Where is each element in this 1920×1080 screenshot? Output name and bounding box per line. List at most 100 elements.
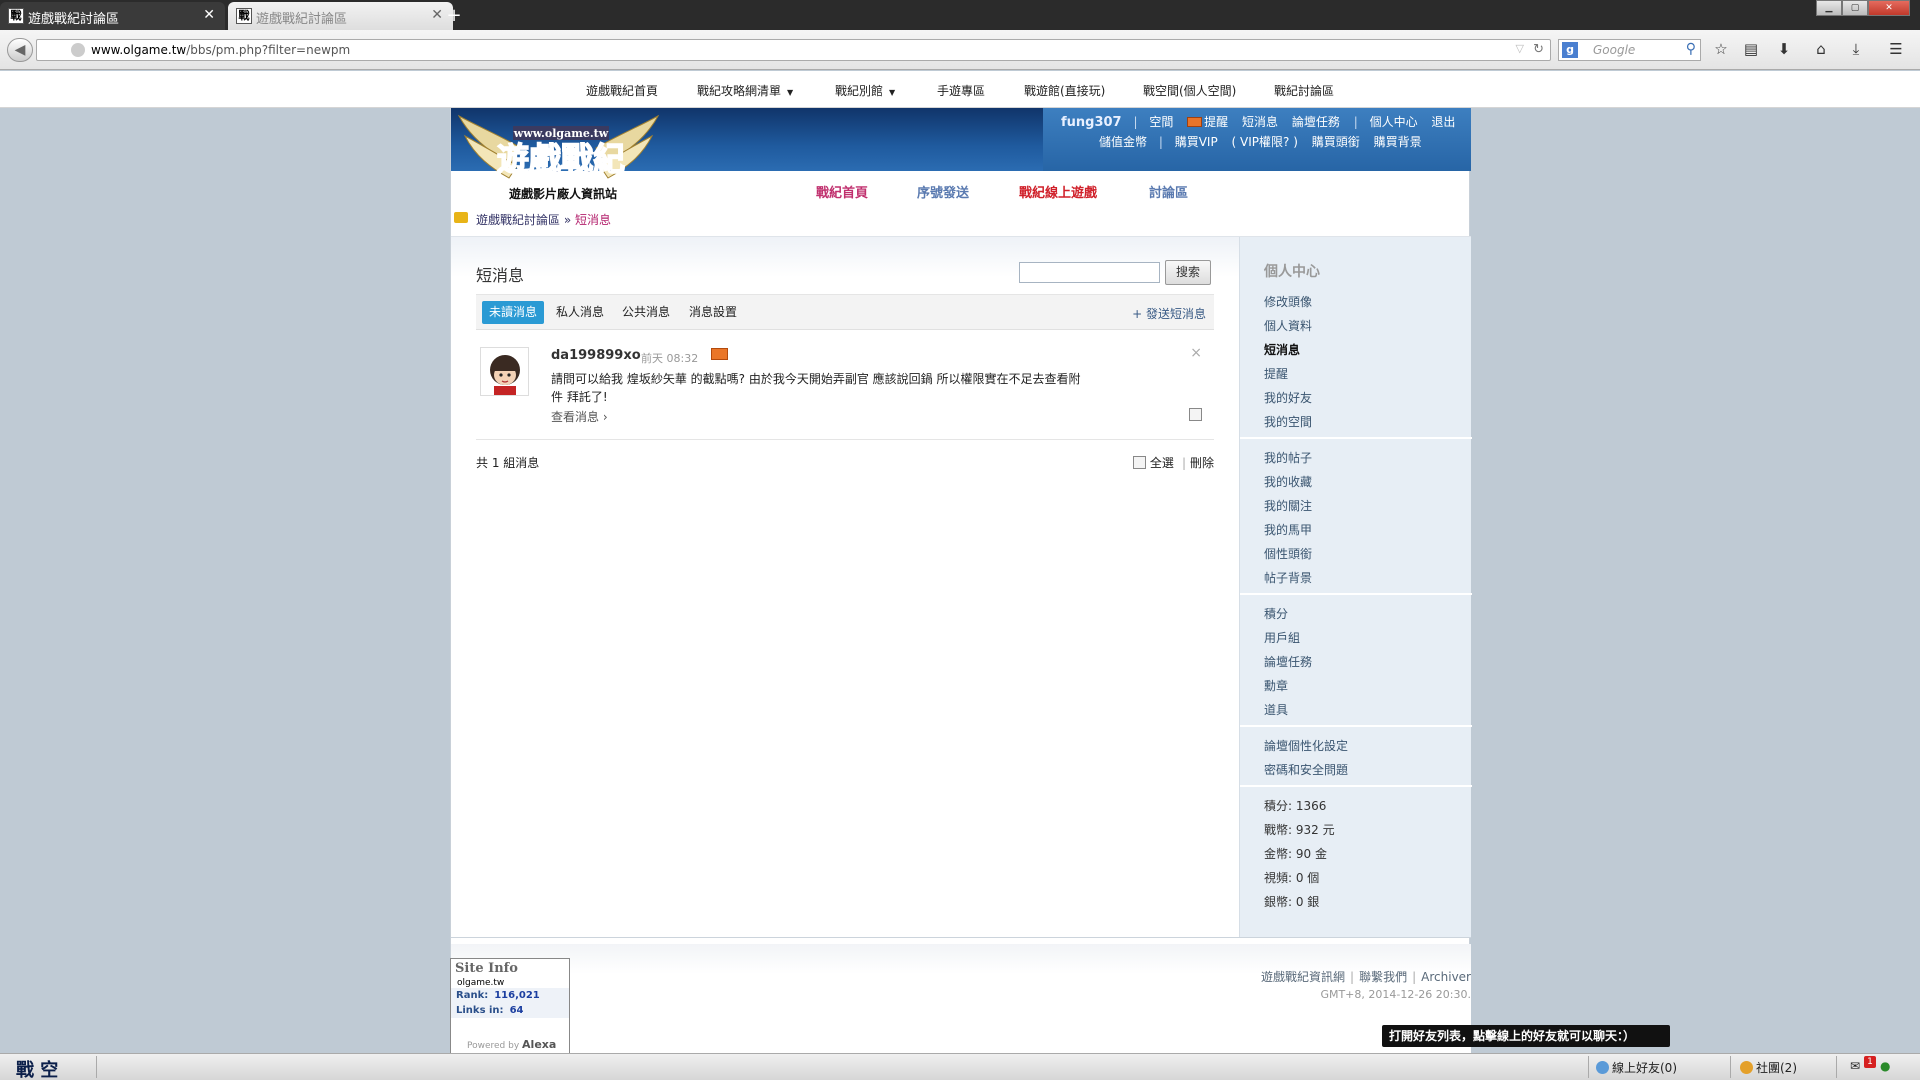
online-status-icon[interactable]: ●: [1880, 1059, 1890, 1073]
sidebar-item-follow[interactable]: 我的關注: [1264, 497, 1312, 514]
tab-unread[interactable]: 未讀消息: [482, 301, 545, 324]
send-pm-link[interactable]: + 發送短消息: [1132, 305, 1206, 322]
reload-icon[interactable]: ↻: [1533, 42, 1544, 57]
sidebar-item-notice[interactable]: 提醒: [1264, 365, 1288, 382]
select-all-label[interactable]: 全選: [1150, 456, 1174, 470]
sidebar-item-items[interactable]: 道具: [1264, 701, 1288, 718]
back-button[interactable]: ◀: [7, 38, 33, 62]
new-tab-button[interactable]: +: [444, 5, 464, 26]
online-friends-button[interactable]: 線上好友(0): [1596, 1059, 1677, 1076]
main-nav-online-games[interactable]: 戰紀線上遊戲: [1019, 182, 1097, 201]
sidebar-item-pm[interactable]: 短消息: [1264, 341, 1300, 358]
sidebar-item-customize[interactable]: 論壇個性化設定: [1264, 737, 1348, 754]
home-icon[interactable]: ⌂: [1810, 40, 1832, 60]
breadcrumb-current[interactable]: 短消息: [575, 213, 611, 227]
sidebar-item-posts[interactable]: 我的帖子: [1264, 449, 1312, 466]
sidebar-item-favorites[interactable]: 我的收藏: [1264, 473, 1312, 490]
footer-link-site[interactable]: 遊戲戰紀資訊網: [1261, 970, 1345, 984]
message-checkbox[interactable]: [1189, 408, 1202, 421]
nav-annex[interactable]: 戰紀別館 ▼: [835, 82, 895, 99]
address-bar[interactable]: www.olgame.tw/bbs/pm.php?filter=newpm ▽ …: [36, 39, 1551, 61]
browser-nav-bar: ◀ www.olgame.tw/bbs/pm.php?filter=newpm …: [0, 30, 1920, 70]
site-logo[interactable]: www.olgame.tw 遊戲戰紀 遊戲影片廠人資訊站: [451, 108, 666, 208]
dropdown-arrow-icon[interactable]: ▽: [1516, 42, 1524, 55]
download-icon[interactable]: ⬇: [1773, 40, 1795, 60]
nav-personal-space[interactable]: 戰空間(個人空間): [1143, 82, 1236, 99]
close-window-button[interactable]: ✕: [1868, 0, 1910, 16]
breadcrumb-root[interactable]: 遊戲戰紀討論區: [476, 213, 560, 227]
site-favicon-icon: 戰: [236, 8, 252, 24]
site-identity-icon[interactable]: [71, 43, 85, 57]
sidebar-item-post-bg[interactable]: 帖子背景: [1264, 569, 1312, 586]
tab-public[interactable]: 公共消息: [622, 301, 670, 324]
pm-search-input[interactable]: [1019, 262, 1160, 283]
alexa-logo: Alexa: [522, 1038, 557, 1051]
logout-link[interactable]: 退出: [1431, 115, 1455, 129]
username-link[interactable]: fung307: [1061, 115, 1122, 130]
nav-mobile-games[interactable]: 手遊專區: [937, 82, 985, 99]
space-link[interactable]: 空間: [1149, 115, 1173, 129]
stat-credits: 積分: 1366: [1264, 799, 1327, 813]
close-tab-icon[interactable]: ✕: [431, 7, 443, 23]
sidebar-item-title[interactable]: 個性頭銜: [1264, 545, 1312, 562]
menu-icon[interactable]: ☰: [1885, 40, 1907, 60]
user-center-link[interactable]: 個人中心: [1370, 115, 1418, 129]
view-message-link[interactable]: 查看消息 ›: [551, 408, 608, 425]
select-all-checkbox[interactable]: [1132, 456, 1146, 469]
groups-button[interactable]: 社團(2): [1740, 1059, 1797, 1076]
pm-total: 共 1 組消息: [476, 456, 540, 470]
sidebar-item-usergroup[interactable]: 用戶組: [1264, 629, 1300, 646]
delete-message-icon[interactable]: ×: [1190, 345, 1202, 361]
delete-link[interactable]: 刪除: [1190, 456, 1214, 470]
nav-forum[interactable]: 戰紀討論區: [1274, 82, 1334, 99]
notice-link[interactable]: 提醒: [1187, 115, 1228, 129]
downloads-icon[interactable]: ⤓: [1845, 40, 1867, 60]
buy-title-link[interactable]: 購買頭銜: [1312, 135, 1360, 149]
main-nav-home[interactable]: 戰紀首頁: [816, 182, 868, 201]
sidebar-item-alts[interactable]: 我的馬甲: [1264, 521, 1312, 538]
sidebar-item-credits[interactable]: 積分: [1264, 605, 1288, 622]
bookmark-star-icon[interactable]: ☆: [1710, 40, 1732, 60]
sidebar-item-space[interactable]: 我的空間: [1264, 413, 1312, 430]
close-tab-icon[interactable]: ✕: [203, 7, 215, 23]
avatar[interactable]: [480, 347, 529, 396]
tab-settings[interactable]: 消息設置: [689, 301, 737, 324]
minimize-window-button[interactable]: ▁: [1816, 0, 1842, 16]
pm-sender-link[interactable]: da199899xo: [551, 348, 641, 363]
search-bar[interactable]: g Google ⚲: [1558, 39, 1701, 61]
notifications-icon[interactable]: ✉: [1850, 1059, 1860, 1073]
forum-home-icon[interactable]: [454, 212, 468, 223]
search-icon[interactable]: ⚲: [1686, 41, 1696, 57]
sidebar-item-profile[interactable]: 個人資料: [1264, 317, 1312, 334]
vip-info-link[interactable]: ( VIP權限? ): [1232, 135, 1298, 149]
footer-link-archiver[interactable]: Archiver: [1421, 970, 1471, 984]
war-space-logo[interactable]: 戰 空: [16, 1056, 100, 1080]
tab-private[interactable]: 私人消息: [556, 301, 604, 324]
footer-link-contact[interactable]: 聯繫我們: [1359, 970, 1407, 984]
nav-game-hall[interactable]: 戰遊館(直接玩): [1024, 82, 1105, 99]
user-center-sidebar: 個人中心 修改頭像 個人資料 短消息 提醒 我的好友 我的空間 我的帖子 我的收…: [1239, 237, 1472, 937]
bookmarks-list-icon[interactable]: ▤: [1740, 40, 1762, 60]
topup-link[interactable]: 儲值金幣: [1099, 135, 1147, 149]
main-nav-codes[interactable]: 序號發送: [917, 182, 969, 201]
buy-vip-link[interactable]: 購買VIP: [1175, 135, 1218, 149]
logo-main-text: 遊戲戰紀: [497, 140, 625, 178]
nav-home-link[interactable]: 遊戲戰紀首頁: [586, 82, 658, 99]
main-nav-forum[interactable]: 討論區: [1149, 182, 1188, 201]
sidebar-item-avatar[interactable]: 修改頭像: [1264, 293, 1312, 310]
footer-links: 遊戲戰紀資訊網 | 聯繫我們 | Archiver: [1261, 970, 1471, 984]
maximize-window-button[interactable]: ▢: [1842, 0, 1868, 16]
pm-link[interactable]: 短消息: [1242, 115, 1278, 129]
browser-tab-2[interactable]: 戰 遊戲戰紀討論區 ✕: [228, 2, 453, 30]
sidebar-item-medals[interactable]: 勳章: [1264, 677, 1288, 694]
sidebar-item-tasks[interactable]: 論壇任務: [1264, 653, 1312, 670]
buy-bg-link[interactable]: 購買背景: [1374, 135, 1422, 149]
nav-strategy-list[interactable]: 戰紀攻略網清單 ▼: [697, 82, 793, 99]
sidebar-item-security[interactable]: 密碼和安全問題: [1264, 761, 1348, 778]
tasks-link[interactable]: 論壇任務: [1292, 115, 1340, 129]
pm-search-button[interactable]: 搜索: [1165, 260, 1211, 285]
alexa-site-info-widget[interactable]: Site Info olgame.tw Rank: 116,021 Links i…: [450, 958, 570, 1054]
google-icon[interactable]: g: [1562, 42, 1578, 58]
browser-tab-1[interactable]: 戰 遊戲戰紀討論區 ✕: [0, 2, 225, 30]
sidebar-item-friends[interactable]: 我的好友: [1264, 389, 1312, 406]
